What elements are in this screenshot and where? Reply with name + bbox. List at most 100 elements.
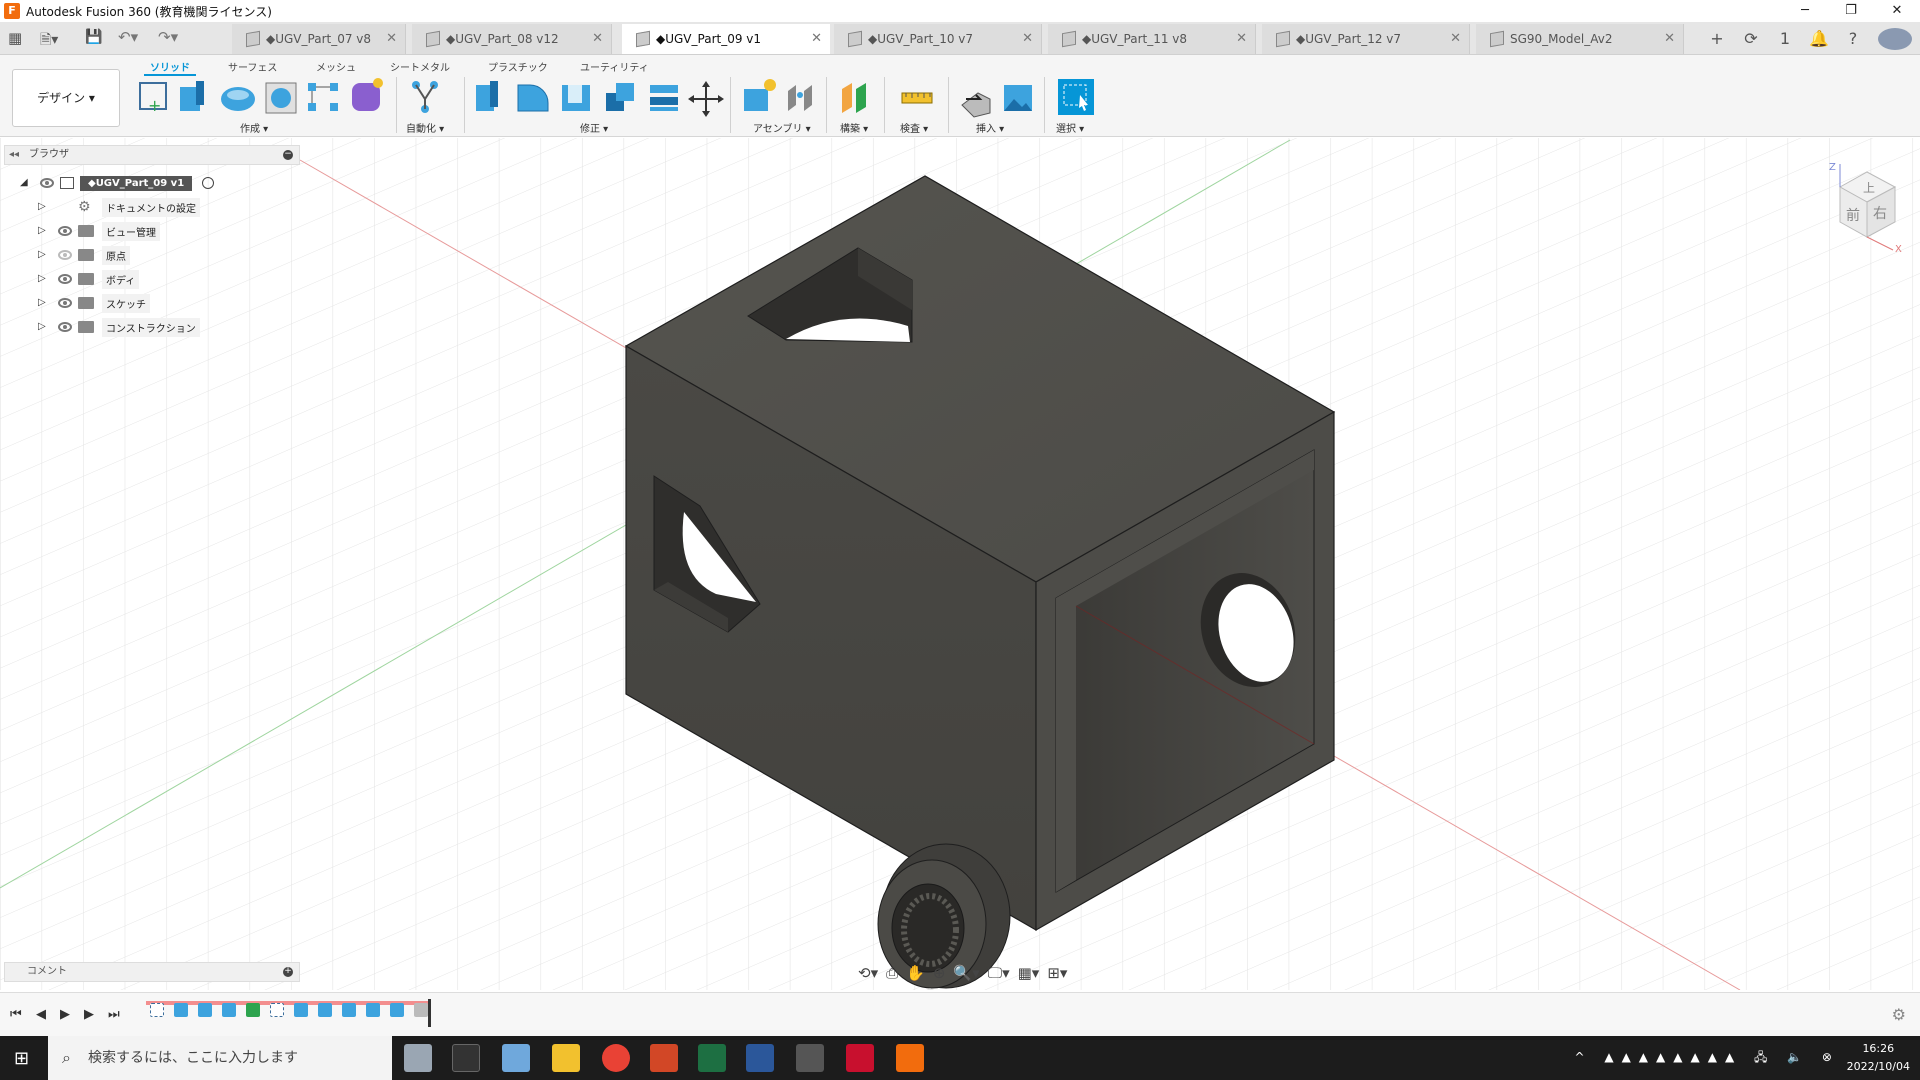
root-component-label[interactable]: ◆UGV_Part_09 v1 xyxy=(80,175,193,191)
offset-plane-icon[interactable] xyxy=(842,83,866,113)
orbit-icon[interactable]: ⟲▾ xyxy=(858,964,878,982)
snipping-tool-icon[interactable] xyxy=(796,1044,824,1072)
close-tab-icon[interactable]: ✕ xyxy=(592,31,603,46)
select-icon[interactable] xyxy=(1058,79,1094,115)
design-canvas[interactable] xyxy=(0,138,1920,990)
move-copy-icon[interactable] xyxy=(688,81,724,117)
windows-start-icon[interactable]: ⊞ xyxy=(14,1048,29,1069)
timeline-feature[interactable] xyxy=(294,1003,308,1017)
timeline-last-icon[interactable]: ⏭ xyxy=(108,1007,120,1022)
timeline-feature[interactable] xyxy=(246,1003,260,1017)
browser-root-row[interactable]: ◢ ◆UGV_Part_09 v1 xyxy=(20,173,215,193)
browser-node[interactable]: ▷ 原点 xyxy=(38,245,130,265)
terminal-icon[interactable] xyxy=(452,1044,480,1072)
fillet-icon[interactable] xyxy=(517,84,549,112)
add-comment-icon[interactable]: + xyxy=(283,967,293,977)
taskbar-search-box[interactable]: ⌕ 検索するには、ここに入力します xyxy=(48,1036,392,1080)
visibility-eye-icon[interactable] xyxy=(40,178,54,188)
activate-radio-icon[interactable] xyxy=(202,177,215,189)
word-icon[interactable] xyxy=(746,1044,774,1072)
pan-icon[interactable]: ✋ xyxy=(906,964,925,982)
new-tab-button[interactable]: + xyxy=(1700,29,1734,48)
timeline-feature[interactable] xyxy=(390,1003,404,1017)
close-tab-icon[interactable]: ✕ xyxy=(386,31,397,46)
pattern-icon[interactable] xyxy=(308,83,338,111)
combine-icon[interactable] xyxy=(606,83,634,111)
timeline-feature[interactable] xyxy=(198,1003,212,1017)
help-icon[interactable]: ? xyxy=(1836,29,1870,48)
collapse-panel-icon[interactable]: ◂◂ xyxy=(9,146,19,164)
close-tab-icon[interactable]: ✕ xyxy=(1664,31,1675,46)
expand-triangle-icon[interactable]: ▷ xyxy=(38,250,48,260)
online-status-icon[interactable]: ⟳ xyxy=(1734,29,1768,48)
viewcube-right-label[interactable]: 右 xyxy=(1873,206,1887,222)
visibility-eye-icon[interactable] xyxy=(58,298,72,308)
close-tab-icon[interactable]: ✕ xyxy=(811,31,822,46)
taskbar-clock[interactable]: 16:26 2022/10/04 xyxy=(1847,1040,1910,1076)
view-cube[interactable]: 上 前 右 Z X xyxy=(1815,162,1905,252)
group-construct[interactable]: 構築 ▾ xyxy=(840,120,868,135)
viewcube-top-label[interactable]: 上 xyxy=(1863,181,1875,195)
expand-triangle-icon[interactable]: ▷ xyxy=(38,226,48,236)
restore-button[interactable]: ❐ xyxy=(1828,0,1874,22)
form-icon[interactable] xyxy=(352,78,383,111)
group-modify[interactable]: 修正 ▾ xyxy=(580,120,608,135)
new-component-icon[interactable] xyxy=(744,79,776,111)
timeline-feature[interactable] xyxy=(222,1003,236,1017)
data-panel-grid-icon[interactable]: ▦ xyxy=(8,30,24,46)
timeline-next-icon[interactable]: ▶ xyxy=(84,1007,94,1022)
browser-minimize-icon[interactable]: − xyxy=(283,150,293,160)
timeline-feature[interactable] xyxy=(318,1003,332,1017)
job-status-count[interactable]: 1 xyxy=(1768,29,1802,48)
browser-node[interactable]: ▷ ビュー管理 xyxy=(38,221,160,241)
group-automate[interactable]: 自動化 ▾ xyxy=(406,120,444,135)
timeline-feature[interactable] xyxy=(174,1003,188,1017)
viewports-icon[interactable]: ⊞▾ xyxy=(1047,964,1067,982)
minimize-button[interactable]: ─ xyxy=(1782,0,1828,22)
close-button[interactable]: ✕ xyxy=(1874,0,1920,22)
avatar[interactable] xyxy=(1878,27,1912,50)
automate-icon[interactable] xyxy=(412,81,438,113)
group-assemble[interactable]: アセンブリ ▾ xyxy=(753,120,811,135)
timeline-feature[interactable] xyxy=(270,1003,284,1017)
notification-icon[interactable]: 🔔 xyxy=(1802,29,1836,48)
expand-triangle-icon[interactable]: ▷ xyxy=(38,202,48,212)
group-inspect[interactable]: 検査 ▾ xyxy=(900,120,928,135)
expand-triangle-icon[interactable]: ▷ xyxy=(38,298,48,308)
expand-triangle-icon[interactable]: ▷ xyxy=(38,322,48,332)
grid-settings-icon[interactable]: ▦▾ xyxy=(1018,964,1040,982)
visibility-eye-icon[interactable] xyxy=(58,250,72,260)
hole-icon[interactable] xyxy=(265,82,297,114)
undo-icon[interactable]: ↶▾ xyxy=(118,28,138,46)
solidworks-icon[interactable] xyxy=(846,1044,874,1072)
document-tab[interactable]: SG90_Model_Av2 ✕ xyxy=(1476,24,1684,54)
chrome-icon[interactable] xyxy=(602,1044,630,1072)
timeline-first-icon[interactable]: ⏮ xyxy=(10,1007,22,1022)
collapse-triangle-icon[interactable]: ◢ xyxy=(20,178,30,188)
fit-icon[interactable]: 🔍▾ xyxy=(953,964,979,982)
system-tray-icons[interactable]: ^ ▲▲▲▲▲▲▲▲ 🖧 🔈 ⊗ xyxy=(1574,1048,1840,1069)
timeline-feature[interactable] xyxy=(342,1003,356,1017)
create-sketch-icon[interactable]: + xyxy=(139,82,167,115)
display-settings-icon[interactable]: 🖵▾ xyxy=(988,964,1010,982)
document-tab[interactable]: ◆UGV_Part_12 v7 ✕ xyxy=(1262,24,1470,54)
browser-node[interactable]: ▷ ⚙ ドキュメントの設定 xyxy=(38,197,200,217)
measure-icon[interactable] xyxy=(901,92,933,104)
save-icon[interactable]: 💾 xyxy=(85,29,102,45)
document-tab[interactable]: ◆UGV_Part_08 v12 ✕ xyxy=(412,24,612,54)
browser-node[interactable]: ▷ ボディ xyxy=(38,269,140,289)
notepad-icon[interactable] xyxy=(502,1044,530,1072)
joint-icon[interactable] xyxy=(788,85,812,111)
close-tab-icon[interactable]: ✕ xyxy=(1236,31,1247,46)
redo-icon[interactable]: ↷▾ xyxy=(158,28,178,46)
close-tab-icon[interactable]: ✕ xyxy=(1450,31,1461,46)
visibility-eye-icon[interactable] xyxy=(58,274,72,284)
extrude-icon[interactable] xyxy=(180,81,204,111)
document-tab[interactable]: ◆UGV_Part_11 v8 ✕ xyxy=(1048,24,1256,54)
insert-derive-icon[interactable] xyxy=(961,92,991,118)
timeline-feature[interactable] xyxy=(366,1003,380,1017)
document-tab[interactable]: ◆UGV_Part_09 v1 ✕ xyxy=(622,24,830,54)
document-tab[interactable]: ◆UGV_Part_10 v7 ✕ xyxy=(834,24,1042,54)
group-create[interactable]: 作成 ▾ xyxy=(240,120,268,135)
group-select[interactable]: 選択 ▾ xyxy=(1056,120,1084,135)
